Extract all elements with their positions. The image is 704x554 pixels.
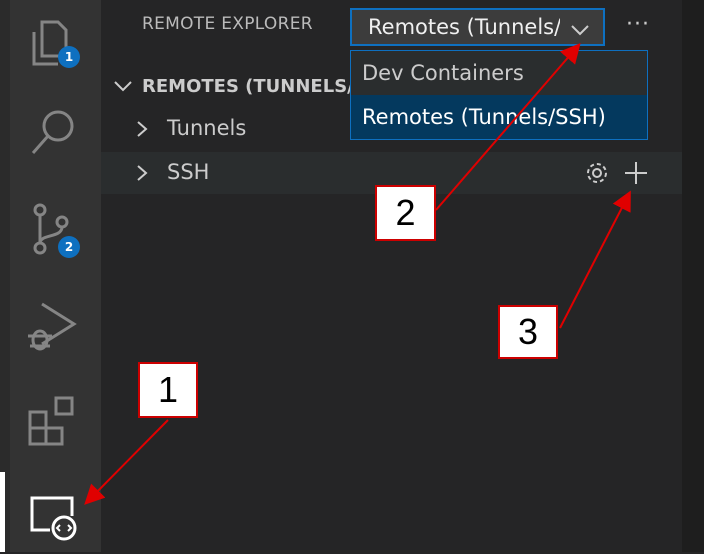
section-header[interactable]: REMOTES (TUNNELS/SSH) [112,68,350,104]
callout-2: 2 [375,185,436,241]
source-control-badge: 2 [58,236,80,258]
more-actions-button[interactable]: ··· [620,10,656,44]
callout-3: 3 [498,305,558,359]
extensions-icon[interactable] [20,390,84,454]
remote-type-select-value: Remotes (Tunnels/SSH) [368,15,560,39]
run-debug-icon[interactable] [20,296,84,360]
editor-edge [682,0,704,552]
chevron-right-icon [137,121,148,137]
active-indicator [0,472,5,552]
tree-item-label: SSH [167,160,210,184]
gear-icon[interactable] [583,159,611,187]
remote-explorer-icon[interactable] [20,486,84,550]
chevron-right-icon [137,165,148,181]
section-header-label: REMOTES (TUNNELS/SSH) [142,75,350,97]
tree-item-label: Tunnels [167,116,247,140]
callout-1: 1 [138,362,198,418]
search-icon[interactable] [20,102,84,166]
activity-bar: 1 2 [0,0,101,552]
files-icon[interactable]: 1 [20,12,84,76]
chevron-down-icon [571,25,589,36]
plus-icon[interactable] [622,159,650,187]
chevron-down-icon [114,81,132,92]
remote-type-select[interactable]: Remotes (Tunnels/SSH) [350,8,605,46]
window-edge [0,0,10,552]
sidebar-title: REMOTE EXPLORER [142,14,313,34]
dropdown-option-dev-containers[interactable]: Dev Containers [351,51,647,95]
files-badge: 1 [58,46,80,68]
tree-item-tunnels[interactable]: Tunnels [101,108,682,150]
source-control-icon[interactable]: 2 [20,200,84,264]
